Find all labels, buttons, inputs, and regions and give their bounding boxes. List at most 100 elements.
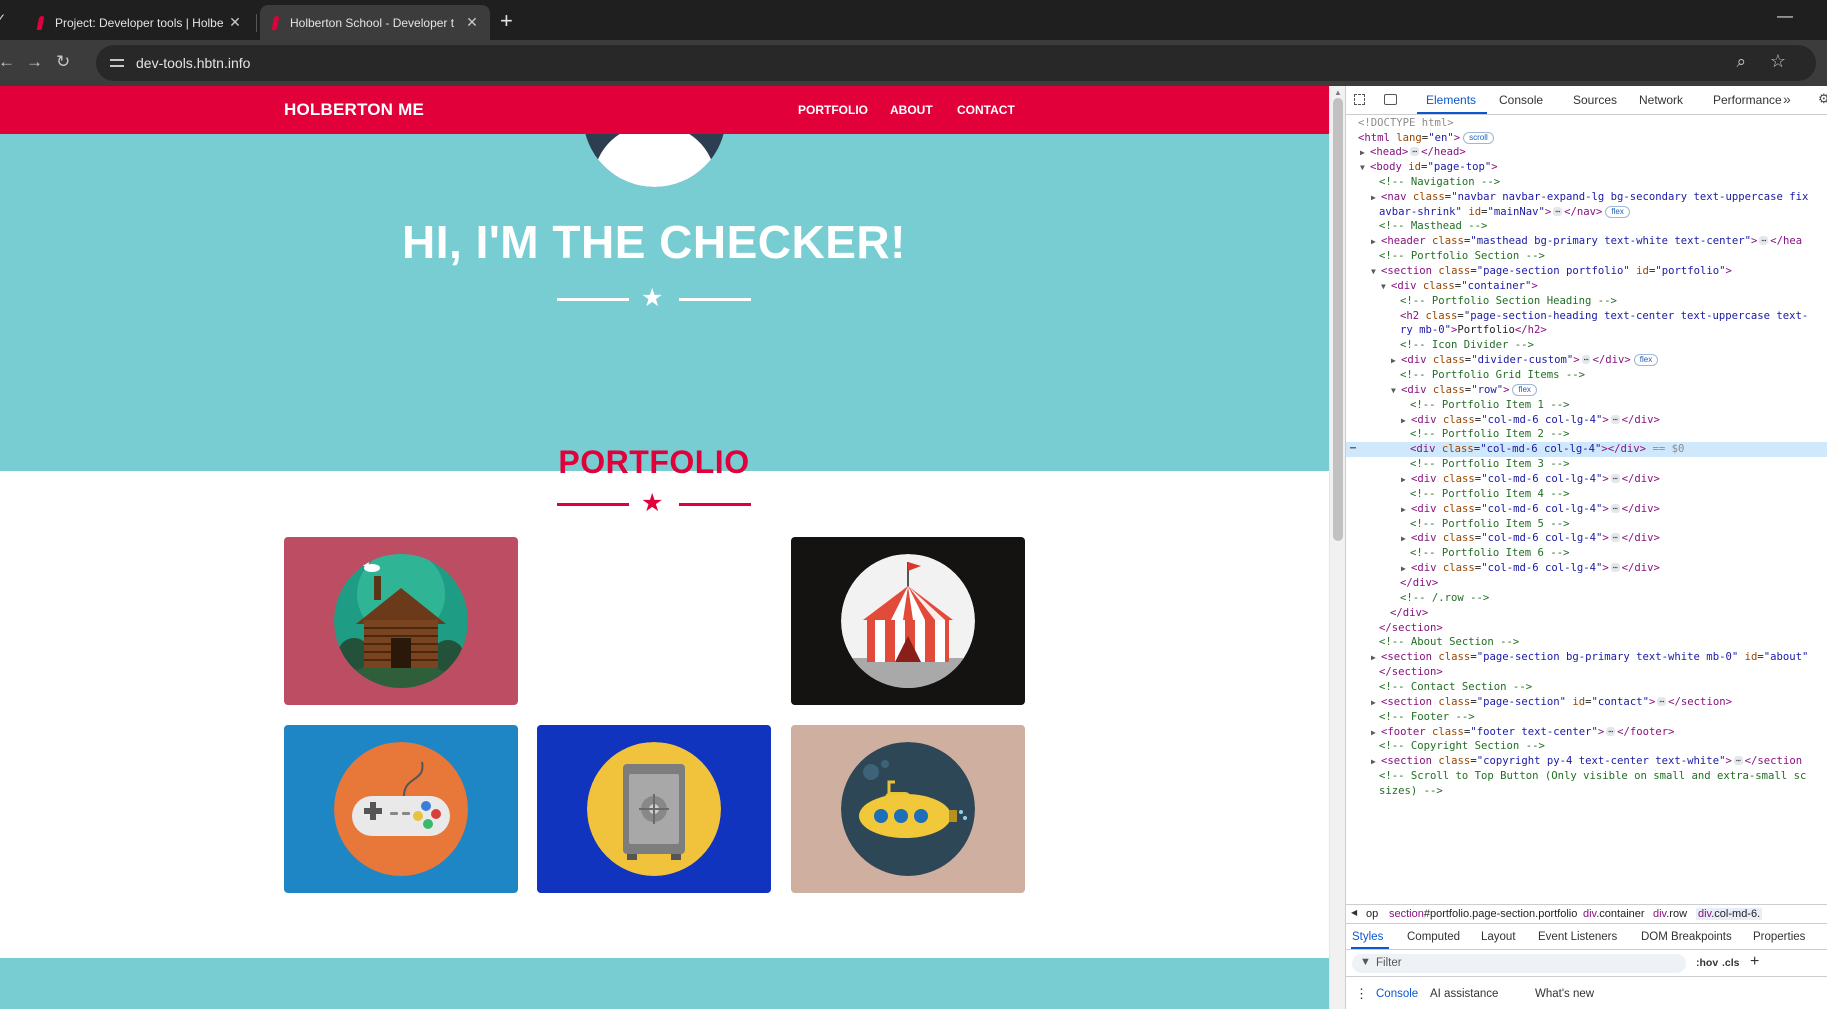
dom-comment[interactable]: <!-- Footer --> <box>1346 710 1827 725</box>
bookmark-star-icon[interactable]: ☆ <box>1770 51 1786 72</box>
breadcrumb-item-section[interactable]: section#portfolio.page-section.portfolio <box>1389 908 1577 920</box>
drawer-tab-ai-assistance[interactable]: AI assistance <box>1430 988 1498 1000</box>
dom-node[interactable]: ▶ <section class="page-section bg-primary… <box>1346 650 1827 665</box>
dom-node[interactable]: ▶ <div class="col-md-6 col-lg-4"> ⋯ </div> <box>1346 531 1827 546</box>
dom-comment[interactable]: <!-- Icon Divider --> <box>1346 338 1827 353</box>
tab-styles[interactable]: Styles <box>1352 931 1383 943</box>
dom-node[interactable]: ▶ <div class="col-md-6 col-lg-4"> ⋯ </div> <box>1346 502 1827 517</box>
dom-comment[interactable]: <!-- Copyright Section --> <box>1346 739 1827 754</box>
tab-event-listeners[interactable]: Event Listeners <box>1538 931 1617 943</box>
nav-link-about[interactable]: ABOUT <box>890 103 933 117</box>
browser-tab-1[interactable]: Project: Developer tools | Holbe ✕ <box>25 5 253 40</box>
dom-comment[interactable]: <!-- Portfolio Item 3 --> <box>1346 457 1827 472</box>
dom-comment-continued[interactable]: sizes) --> <box>1346 784 1827 799</box>
tab-computed[interactable]: Computed <box>1407 931 1460 943</box>
dom-node[interactable]: ▶ <div class="col-md-6 col-lg-4"> ⋯ </div> <box>1346 561 1827 576</box>
dom-comment[interactable]: <!-- Portfolio Item 2 --> <box>1346 427 1827 442</box>
dom-node[interactable]: ▶ <head> ⋯ </head> <box>1346 145 1827 160</box>
scroll-up-arrow-icon[interactable]: ▲ <box>1334 88 1342 97</box>
dom-comment[interactable]: <!-- Portfolio Section Heading --> <box>1346 294 1827 309</box>
dom-comment[interactable]: <!-- Portfolio Item 1 --> <box>1346 398 1827 413</box>
dom-node-close[interactable]: </div> <box>1346 576 1827 591</box>
settings-gear-icon[interactable]: ⚙ <box>1818 91 1827 107</box>
dom-node[interactable]: ▶ <section class="copyright py-4 text-cen… <box>1346 754 1827 769</box>
dom-node[interactable]: ▶ <div class="divider-custom"> ⋯ </div> flex <box>1346 353 1827 368</box>
inspect-element-icon[interactable] <box>1354 94 1365 105</box>
dom-comment[interactable]: <!-- /.row --> <box>1346 591 1827 606</box>
window-minimize-button[interactable]: — <box>1777 8 1793 26</box>
dom-comment[interactable]: <!-- Portfolio Item 4 --> <box>1346 487 1827 502</box>
forward-arrow-icon[interactable]: → <box>26 52 43 72</box>
class-toggle-button[interactable]: .cls <box>1722 957 1740 969</box>
dom-comment[interactable]: <!-- Navigation --> <box>1346 175 1827 190</box>
dom-node[interactable]: ▼ <div class="container"> <box>1346 279 1827 294</box>
dom-node-close[interactable]: </section> <box>1346 621 1827 636</box>
dom-comment[interactable]: <!-- Contact Section --> <box>1346 680 1827 695</box>
dom-node[interactable]: ▶ <header class="masthead bg-primary text… <box>1346 234 1827 249</box>
dom-comment[interactable]: <!-- Portfolio Grid Items --> <box>1346 368 1827 383</box>
styles-filter-input[interactable]: ▼ Filter <box>1352 954 1686 973</box>
tab-dom-breakpoints[interactable]: DOM Breakpoints <box>1641 931 1732 943</box>
new-style-rule-button[interactable]: + <box>1750 953 1759 971</box>
breadcrumb-scroll-left-icon[interactable]: ◀ <box>1351 908 1357 917</box>
tab-sources[interactable]: Sources <box>1573 93 1617 107</box>
page-scrollbar[interactable]: ▲ <box>1329 86 1345 1009</box>
tab-layout[interactable]: Layout <box>1481 931 1516 943</box>
dom-comment[interactable]: <!-- Scroll to Top Button (Only visible … <box>1346 769 1827 784</box>
dom-node[interactable]: <h2 class="page-section-heading text-cen… <box>1346 309 1827 324</box>
drawer-tab-whats-new[interactable]: What's new <box>1535 988 1594 1000</box>
dom-node[interactable]: ▼ <section class="page-section portfolio"… <box>1346 264 1827 279</box>
dom-node-close[interactable]: </div> <box>1346 606 1827 621</box>
new-tab-button[interactable]: + <box>500 8 513 34</box>
tab-search-icon[interactable]: ✓ <box>0 11 6 25</box>
site-brand[interactable]: HOLBERTON ME <box>284 100 424 120</box>
dom-node[interactable]: ▶ <div class="col-md-6 col-lg-4"> ⋯ </div> <box>1346 413 1827 428</box>
hover-state-button[interactable]: :hov <box>1696 957 1718 969</box>
tab-performance[interactable]: Performance <box>1713 93 1782 107</box>
dom-node[interactable]: ▶ <div class="col-md-6 col-lg-4"> ⋯ </div> <box>1346 472 1827 487</box>
dom-comment[interactable]: <!-- About Section --> <box>1346 635 1827 650</box>
tab-close-icon[interactable]: ✕ <box>464 14 480 31</box>
tab-properties[interactable]: Properties <box>1753 931 1805 943</box>
breadcrumb-item-selected[interactable]: div.col-md-6. <box>1696 908 1763 920</box>
dom-node[interactable]: ▶ <nav class="navbar navbar-expand-lg bg-… <box>1346 190 1827 205</box>
dom-node-close[interactable]: </section> <box>1346 665 1827 680</box>
breadcrumb-item-container[interactable]: div.container <box>1583 908 1645 920</box>
site-info-icon[interactable] <box>110 55 126 71</box>
address-bar[interactable]: dev-tools.hbtn.info ⌕ ☆ <box>96 45 1816 81</box>
dom-tree[interactable]: <!DOCTYPE html> <html lang="en"> scroll ▶… <box>1346 116 1827 904</box>
portfolio-item-game-controller[interactable] <box>284 725 518 893</box>
dom-node[interactable]: <!DOCTYPE html> <box>1346 116 1827 131</box>
drawer-menu-icon[interactable]: ⋮ <box>1355 986 1368 1002</box>
dom-node[interactable]: ▼ <div class="row"> flex <box>1346 383 1827 398</box>
tab-console[interactable]: Console <box>1499 93 1543 107</box>
dom-node-continued[interactable]: ry mb-0">Portfolio</h2> <box>1346 323 1827 338</box>
nav-link-portfolio[interactable]: PORTFOLIO <box>798 103 868 117</box>
device-toolbar-icon[interactable] <box>1384 94 1397 105</box>
dom-comment[interactable]: <!-- Portfolio Section --> <box>1346 249 1827 264</box>
dom-node-selected[interactable]: ⋯ <div class="col-md-6 col-lg-4"></div> =… <box>1346 442 1827 457</box>
portfolio-item-safe[interactable] <box>537 725 771 893</box>
dom-comment[interactable]: <!-- Masthead --> <box>1346 219 1827 234</box>
url-text[interactable]: dev-tools.hbtn.info <box>136 55 250 71</box>
dom-comment[interactable]: <!-- Portfolio Item 6 --> <box>1346 546 1827 561</box>
back-arrow-icon[interactable]: ← <box>0 52 15 72</box>
tab-close-icon[interactable]: ✕ <box>227 14 243 31</box>
scrollbar-thumb[interactable] <box>1333 98 1343 541</box>
portfolio-item-submarine[interactable] <box>791 725 1025 893</box>
dom-node[interactable]: ▼ <body id="page-top"> <box>1346 160 1827 175</box>
dom-node[interactable]: <html lang="en"> scroll <box>1346 131 1827 146</box>
nav-link-contact[interactable]: CONTACT <box>957 103 1015 117</box>
dom-node[interactable]: ▶ <footer class="footer text-center"> ⋯ </f… <box>1346 725 1827 740</box>
breadcrumb-item[interactable]: op <box>1366 908 1378 920</box>
reload-icon[interactable]: ↻ <box>56 52 70 72</box>
dom-node[interactable]: ▶ <section class="page-section" id="conta… <box>1346 695 1827 710</box>
browser-tab-2-active[interactable]: Holberton School - Developer t ✕ <box>260 5 490 40</box>
dom-node-continued[interactable]: avbar-shrink" id="mainNav"> ⋯ </nav> flex <box>1346 205 1827 220</box>
more-tabs-icon[interactable]: » <box>1783 91 1799 107</box>
drawer-tab-console[interactable]: Console <box>1376 988 1418 1000</box>
dom-comment[interactable]: <!-- Portfolio Item 5 --> <box>1346 517 1827 532</box>
breadcrumb-item-row[interactable]: div.row <box>1653 908 1687 920</box>
tab-network[interactable]: Network <box>1639 93 1683 107</box>
portfolio-item-circus-tent[interactable] <box>791 537 1025 705</box>
